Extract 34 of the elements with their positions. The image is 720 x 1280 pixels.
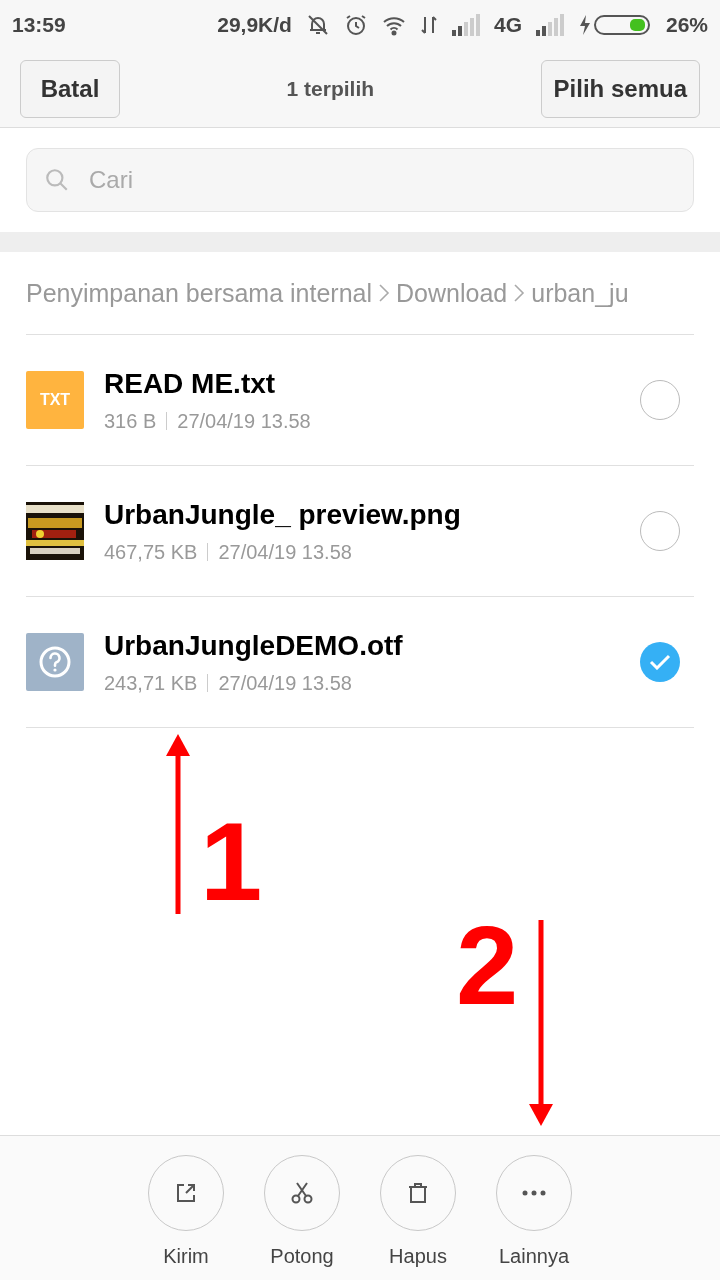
annotation-number: 1 bbox=[200, 806, 263, 918]
network-type: 4G bbox=[493, 13, 522, 37]
select-all-button[interactable]: Pilih semua bbox=[540, 59, 700, 118]
file-name: UrbanJungleDEMO.otf bbox=[104, 629, 404, 662]
trash-icon bbox=[406, 1181, 430, 1205]
file-size: 467,75 KB bbox=[104, 540, 198, 564]
network-speed: 29,9K/d bbox=[217, 13, 292, 37]
file-date: 27/04/19 13.58 bbox=[218, 540, 352, 564]
cancel-button[interactable]: Batal bbox=[20, 59, 120, 118]
battery-charging-icon bbox=[577, 14, 652, 36]
text-file-icon: TXT bbox=[26, 371, 84, 429]
unknown-file-icon bbox=[26, 633, 84, 691]
battery-percentage: 26% bbox=[665, 13, 708, 37]
more-icon bbox=[522, 1190, 546, 1196]
file-size: 316 B bbox=[104, 409, 157, 433]
file-date: 27/04/19 13.58 bbox=[218, 671, 352, 695]
file-date: 27/04/19 13.58 bbox=[177, 409, 311, 433]
search-field[interactable]: Cari bbox=[26, 148, 694, 212]
file-name: READ ME.txt bbox=[104, 367, 277, 400]
muted-bell-icon bbox=[305, 13, 330, 37]
scissors-icon bbox=[290, 1181, 314, 1205]
file-size: 243,71 KB bbox=[104, 671, 198, 695]
select-checkbox[interactable] bbox=[640, 511, 680, 551]
select-checkbox[interactable] bbox=[640, 642, 680, 682]
annotation-number: 2 bbox=[456, 910, 519, 1022]
signal-icon bbox=[451, 14, 480, 36]
search-icon bbox=[44, 167, 70, 193]
clock: 13:59 bbox=[12, 13, 66, 37]
file-name: UrbanJungle_ preview.png bbox=[104, 498, 462, 531]
signal-icon bbox=[535, 14, 564, 36]
selection-count: 1 terpilih bbox=[286, 76, 375, 101]
check-icon bbox=[649, 654, 671, 670]
select-checkbox[interactable] bbox=[640, 380, 680, 420]
share-icon bbox=[174, 1181, 198, 1205]
